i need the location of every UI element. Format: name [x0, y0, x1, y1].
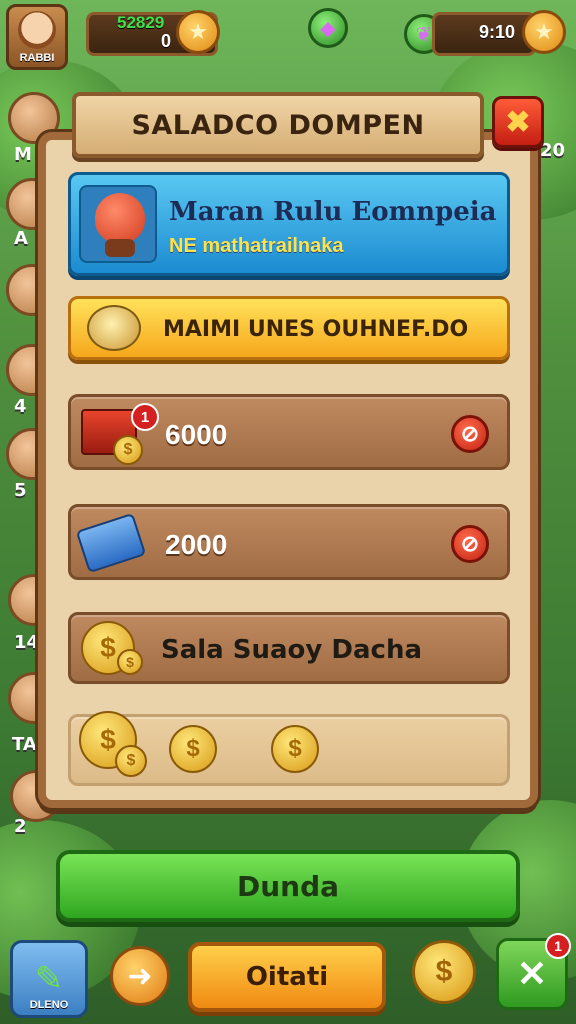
confirm-button-label: Dunda: [236, 869, 340, 903]
side-level-number: 5: [14, 480, 27, 501]
secondary-button-label: Oitati: [245, 962, 329, 992]
player-name: RABBI: [19, 52, 55, 64]
edit-button[interactable]: ✎ DLENO: [10, 940, 88, 1018]
currency-panel-secondary: 9:10: [432, 12, 536, 56]
arrow-icon[interactable]: ➜: [110, 946, 170, 1006]
mascot-icon: [79, 185, 157, 263]
top-bar: RABBI 52829 0 ★ ◆ ❦ 9:10 ★: [0, 0, 576, 80]
list-item[interactable]: 2000 ⊘: [68, 504, 510, 580]
coin-icon: $: [113, 435, 143, 465]
side-level-number: M: [14, 144, 32, 165]
dialog-title: SALADCO DOMPEN: [131, 109, 425, 141]
currency-primary-value: 52829: [117, 13, 165, 32]
pencil-icon: ✎: [34, 960, 64, 998]
no-icon[interactable]: ⊘: [451, 415, 489, 453]
close-button[interactable]: ✖: [492, 96, 544, 148]
star-icon[interactable]: ★: [176, 10, 220, 54]
banner-offer[interactable]: MAIMI UNES OUHNEF.DO: [68, 296, 510, 360]
coin-icon: $: [271, 725, 319, 773]
side-level-number: TA: [12, 734, 37, 755]
dialog-title-plank: SALADCO DOMPEN: [72, 92, 484, 158]
item-amount: 2000: [165, 529, 228, 560]
currency-secondary-value: 9:10: [479, 22, 516, 42]
blue-crate-icon: [75, 512, 147, 574]
item-amount: 6000: [165, 419, 228, 450]
coin-icon: $: [117, 649, 143, 675]
item-label: Sala Suaoy Dacha: [161, 635, 423, 665]
side-level-number: A: [14, 228, 28, 249]
secondary-button[interactable]: Oitati: [188, 942, 386, 1012]
list-item[interactable]: $ $ Sala Suaoy Dacha: [68, 612, 510, 684]
banner-text: MAIMI UNES OUHNEF.DO: [163, 317, 469, 342]
coin-icon[interactable]: $: [412, 940, 476, 1004]
star-icon[interactable]: ★: [522, 10, 566, 54]
list-item[interactable]: 1 $ 6000 ⊘: [68, 394, 510, 470]
side-level-number: 2: [14, 816, 27, 837]
side-level-number: 4: [14, 396, 27, 417]
close-icon: ✕: [516, 953, 548, 994]
featured-subtitle: NE mathatrailnaka: [169, 235, 344, 257]
treasure-chest-icon: [87, 305, 141, 351]
currency-primary-sub: 0: [161, 31, 172, 51]
coin-icon: $: [169, 725, 217, 773]
avatar: [18, 11, 56, 49]
featured-title: Maran Rulu Eomnpeia: [169, 197, 497, 227]
side-level-number: 20: [540, 140, 566, 161]
edit-button-label: DLENO: [29, 999, 69, 1011]
featured-offer[interactable]: Maran Rulu Eomnpeia NE mathatrailnaka: [68, 172, 510, 276]
notification-badge: 1: [131, 403, 159, 431]
gem-icon[interactable]: ◆: [308, 8, 348, 48]
no-icon[interactable]: ⊘: [451, 525, 489, 563]
player-profile[interactable]: RABBI: [6, 4, 68, 70]
notification-badge: 1: [545, 933, 571, 959]
confirm-button[interactable]: Dunda: [56, 850, 520, 922]
side-level-number: 14: [14, 632, 40, 653]
coin-icon: $: [115, 745, 147, 777]
list-item[interactable]: $ $ $ $: [68, 711, 510, 786]
cancel-button[interactable]: ✕ 1: [496, 933, 571, 1010]
